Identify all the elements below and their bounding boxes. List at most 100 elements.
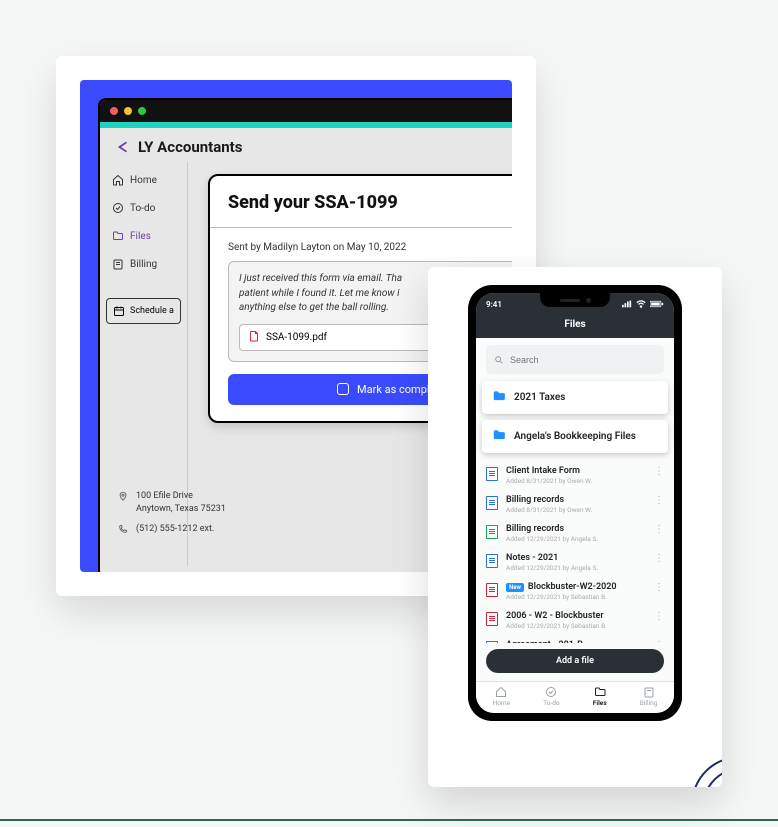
billing-icon bbox=[112, 258, 124, 270]
folder-icon bbox=[594, 686, 606, 698]
footer-contact: 100 Efile Drive Anytown, Texas 75231 (51… bbox=[118, 484, 226, 537]
phone-screen: 9:41 Files 2021 Taxes bbox=[476, 293, 674, 713]
doc-file-icon bbox=[486, 641, 498, 643]
check-circle-icon bbox=[112, 202, 124, 214]
billing-icon bbox=[643, 686, 655, 698]
file-meta: Added 12/29/2021 by Angela S. bbox=[506, 535, 642, 543]
schedule-button-label: Schedule a bbox=[130, 306, 174, 316]
tab-label: Billing bbox=[640, 699, 658, 707]
sidebar-item-todo[interactable]: To-do bbox=[106, 196, 181, 220]
add-file-label: Add a file bbox=[556, 656, 594, 666]
status-time: 9:41 bbox=[486, 300, 502, 309]
file-meta: Added 12/29/2021 by Sebastian B. bbox=[506, 622, 642, 630]
add-file-button[interactable]: Add a file bbox=[486, 649, 664, 673]
sidebar-item-files[interactable]: Files bbox=[106, 224, 181, 248]
more-icon[interactable]: ⋮ bbox=[650, 524, 664, 535]
home-icon bbox=[495, 686, 507, 698]
file-name: Client Intake Form bbox=[506, 466, 642, 476]
new-badge: New bbox=[506, 583, 524, 592]
file-name: 2006 - W2 - Blockbuster bbox=[506, 611, 642, 621]
file-name: Notes - 2021 bbox=[506, 553, 642, 563]
modal-title: Send your SSA-1099 bbox=[228, 192, 512, 213]
file-name: NewBlockbuster-W2-2020 bbox=[506, 582, 642, 592]
more-icon[interactable]: ⋮ bbox=[650, 611, 664, 622]
close-dot-icon[interactable] bbox=[110, 107, 118, 115]
divider bbox=[210, 227, 512, 228]
tab-label: Files bbox=[593, 699, 607, 707]
minimize-dot-icon[interactable] bbox=[124, 107, 132, 115]
pdf-icon bbox=[248, 330, 260, 345]
folder-item-bookkeeping[interactable]: Angela's Bookkeeping Files bbox=[482, 420, 668, 453]
home-icon bbox=[112, 174, 124, 186]
file-name: Billing records bbox=[506, 524, 642, 534]
sidebar-item-label: Billing bbox=[130, 259, 157, 270]
search-input[interactable] bbox=[510, 355, 656, 365]
schedule-button[interactable]: Schedule a bbox=[106, 298, 181, 324]
folder-icon bbox=[492, 428, 506, 445]
sidebar-item-label: Files bbox=[130, 231, 151, 242]
wifi-icon bbox=[636, 300, 646, 308]
file-list: Client Intake FormAdded 8/31/2021 by Owe… bbox=[476, 459, 674, 643]
file-meta: Added 12/29/2021 by Angela S. bbox=[506, 564, 642, 572]
tab-label: To-do bbox=[543, 699, 559, 707]
map-pin-icon bbox=[118, 491, 128, 501]
doc-file-icon bbox=[486, 554, 498, 568]
decorative-arcs-icon bbox=[660, 725, 722, 787]
more-icon[interactable]: ⋮ bbox=[650, 553, 664, 564]
file-row[interactable]: 2006 - W2 - BlockbusterAdded 12/29/2021 … bbox=[486, 606, 664, 635]
sidebar-item-label: Home bbox=[130, 175, 157, 186]
mark-complete-label: Mark as complet bbox=[357, 383, 439, 396]
sidebar-item-billing[interactable]: Billing bbox=[106, 252, 181, 276]
tab-label: Home bbox=[493, 699, 511, 707]
modal-meta: Sent by Madilyn Layton on May 10, 2022 bbox=[228, 242, 512, 253]
folder-item-2021-taxes[interactable]: 2021 Taxes bbox=[482, 381, 668, 414]
file-meta: Added 8/31/2021 by Owen W. bbox=[506, 477, 642, 485]
folder-name: Angela's Bookkeeping Files bbox=[514, 431, 636, 442]
brand-name: LY Accountants bbox=[138, 138, 242, 156]
window-title-bar bbox=[100, 100, 512, 122]
folder-name: 2021 Taxes bbox=[514, 392, 565, 403]
more-icon[interactable]: ⋮ bbox=[650, 582, 664, 593]
mobile-preview-card: 9:41 Files 2021 Taxes bbox=[428, 267, 722, 787]
maximize-dot-icon[interactable] bbox=[138, 107, 146, 115]
file-row[interactable]: Billing recordsAdded 12/29/2021 by Angel… bbox=[486, 519, 664, 548]
page-divider bbox=[0, 819, 778, 821]
phone-notch bbox=[540, 293, 610, 307]
search-field[interactable] bbox=[486, 345, 664, 374]
more-icon[interactable]: ⋮ bbox=[650, 466, 664, 477]
pdf-file-icon bbox=[486, 583, 498, 597]
sheet-file-icon bbox=[486, 525, 498, 539]
file-row[interactable]: NewBlockbuster-W2-2020Added 12/29/2021 b… bbox=[486, 577, 664, 606]
battery-icon bbox=[650, 300, 664, 308]
checkbox-icon bbox=[337, 383, 349, 395]
file-row[interactable]: Agreement - 201-RAdded 12/29/2021 by Ang… bbox=[486, 635, 664, 643]
phone-frame: 9:41 Files 2021 Taxes bbox=[468, 285, 682, 721]
tab-home[interactable]: Home bbox=[493, 686, 511, 707]
attachment-name: SSA-1099.pdf bbox=[266, 332, 327, 343]
tab-files[interactable]: Files bbox=[593, 686, 607, 707]
more-icon[interactable]: ⋮ bbox=[650, 495, 664, 506]
file-row[interactable]: Notes - 2021Added 12/29/2021 by Angela S… bbox=[486, 548, 664, 577]
file-row[interactable]: Billing recordsAdded 8/31/2021 by Owen W… bbox=[486, 490, 664, 519]
sidebar-item-home[interactable]: Home bbox=[106, 168, 181, 192]
file-name: Agreement - 201-R bbox=[506, 640, 642, 643]
tab-todo[interactable]: To-do bbox=[543, 686, 559, 707]
tab-billing[interactable]: Billing bbox=[640, 686, 658, 707]
address-line-2: Anytown, Texas 75231 bbox=[136, 503, 226, 517]
phone-number: (512) 555-1212 ext. bbox=[136, 523, 214, 537]
file-meta: Added 12/29/2021 by Sebastian B. bbox=[506, 593, 642, 601]
doc-file-icon bbox=[486, 496, 498, 510]
more-icon[interactable]: ⋮ bbox=[650, 640, 664, 643]
file-row[interactable]: Client Intake FormAdded 8/31/2021 by Owe… bbox=[486, 461, 664, 490]
folder-icon bbox=[112, 230, 124, 242]
sidebar-item-label: To-do bbox=[130, 203, 155, 214]
signal-icon bbox=[622, 300, 632, 308]
search-icon bbox=[494, 350, 504, 369]
pdf-file-icon bbox=[486, 612, 498, 626]
check-circle-icon bbox=[545, 686, 557, 698]
tab-bar: Home To-do Files Billing bbox=[476, 681, 674, 713]
app-header-title: Files bbox=[476, 315, 674, 338]
brand-row: LY Accountants bbox=[100, 128, 512, 162]
phone-icon bbox=[118, 524, 128, 534]
doc-file-icon bbox=[486, 467, 498, 481]
